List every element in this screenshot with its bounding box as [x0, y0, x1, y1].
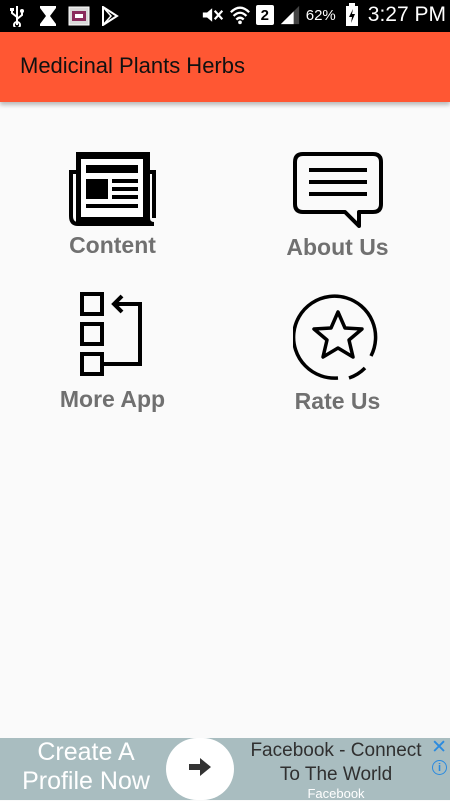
battery-percent: 62% [305, 6, 336, 24]
usb-icon [6, 4, 28, 28]
ad-banner[interactable]: Create A Profile Now Facebook - Connect … [0, 738, 450, 801]
about-us-label: About Us [286, 234, 389, 260]
ad-cta-text[interactable]: Create A Profile Now [0, 738, 172, 800]
status-bar: 2 62% 3:27 PM [0, 0, 450, 32]
info-icon[interactable]: i [432, 760, 447, 775]
gallery-app-icon [68, 4, 90, 28]
sim-slot-badge: 2 [255, 5, 274, 25]
clock: 3:27 PM [367, 3, 446, 26]
ad-headline-block[interactable]: Facebook - Connect To The World Facebook [240, 738, 432, 801]
ad-arrow-button[interactable] [166, 738, 234, 800]
hourglass-icon [37, 4, 59, 28]
ad-headline-line2: To The World [279, 764, 393, 785]
app-bar: Medicinal Plants Herbs [0, 32, 450, 102]
newspaper-icon [68, 152, 158, 226]
more-app-label: More App [59, 386, 166, 412]
ad-cta-line1: Create A [37, 738, 135, 766]
arrow-right-icon [188, 757, 212, 782]
play-store-icon [99, 4, 121, 28]
more-app-button[interactable]: More App [0, 292, 225, 413]
star-circle-icon [292, 292, 383, 382]
wifi-icon [229, 3, 251, 27]
signal-icon [279, 3, 301, 27]
flowchart-icon [78, 292, 148, 380]
battery-icon [341, 3, 363, 27]
rate-us-button[interactable]: Rate Us [225, 292, 450, 415]
rate-us-label: Rate Us [294, 388, 381, 414]
ad-cta-line2: Profile Now [22, 767, 150, 795]
page-title: Medicinal Plants Herbs [20, 53, 245, 78]
content-button[interactable]: Content [0, 152, 225, 259]
ad-advertiser: Facebook [307, 786, 365, 801]
about-us-button[interactable]: About Us [225, 152, 450, 261]
chat-bubble-icon [292, 152, 383, 228]
content-label: Content [69, 232, 156, 258]
close-icon[interactable]: ✕ [431, 738, 447, 758]
ad-headline-line1: Facebook - Connect [250, 740, 422, 761]
mute-icon [202, 3, 224, 27]
